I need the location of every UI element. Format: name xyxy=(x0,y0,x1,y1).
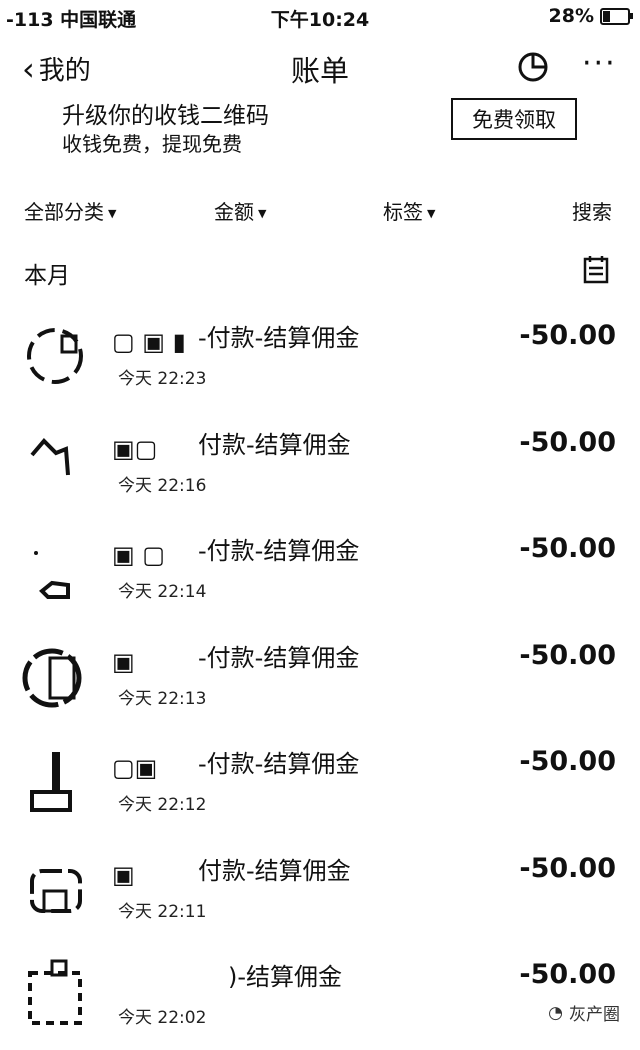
transaction-row[interactable]: ▣ ▢ -付款-结算佣金 今天 22:14 -50.00 xyxy=(0,517,640,624)
filter-category-label: 全部分类 xyxy=(24,200,104,224)
filter-amount[interactable]: 金额 ▼ xyxy=(214,196,266,225)
transaction-time: 今天 22:12 xyxy=(118,795,207,815)
more-icon[interactable]: ··· xyxy=(582,46,617,81)
transaction-row[interactable]: ▣ -付款-结算佣金 今天 22:13 -50.00 xyxy=(0,624,640,731)
transaction-title: ▢▣ -付款-结算佣金 xyxy=(112,750,360,782)
filter-tag[interactable]: 标签 ▼ xyxy=(383,196,435,225)
transaction-amount: -50.00 xyxy=(519,639,616,671)
avatar xyxy=(30,752,72,812)
redacted-name: ▣ xyxy=(112,647,135,676)
transaction-amount: -50.00 xyxy=(519,746,616,777)
transaction-list: ▢ ▣ ▮ -付款-结算佣金 今天 22:23 -50.00 ▣▢ 付款-结算佣金 … xyxy=(0,304,640,1050)
transaction-time: 今天 22:11 xyxy=(118,901,207,922)
pie-chart-icon[interactable] xyxy=(516,50,550,84)
status-bar: -113 中国联通 下午10:24 28% xyxy=(0,0,640,34)
redacted-name: ▢ ▣ ▮ xyxy=(112,328,186,356)
calendar-icon[interactable] xyxy=(582,254,610,284)
transaction-amount: -50.00 xyxy=(519,533,616,564)
avatar xyxy=(27,328,83,384)
redacted-name: ▢▣ xyxy=(112,754,158,782)
wechat-icon: ◔ xyxy=(548,1002,563,1023)
claim-button[interactable]: 免费领取 xyxy=(451,98,577,140)
filter-category[interactable]: 全部分类 ▼ xyxy=(24,196,116,225)
watermark-text: 灰产圈 xyxy=(569,1005,620,1025)
transaction-row[interactable]: )-结算佣金 今天 22:02 -50.00 xyxy=(0,943,640,1050)
avatar xyxy=(30,437,70,475)
promo-banner[interactable]: 升级你的收钱二维码 收钱免费，提现免费 免费领取 xyxy=(0,92,640,158)
transaction-title: ▣ -付款-结算佣金 xyxy=(112,643,360,676)
filter-bar: 全部分类 ▼ 金额 ▼ 标签 ▼ 搜索 xyxy=(0,196,640,230)
section-label: 本月 xyxy=(24,263,70,289)
caret-down-icon: ▼ xyxy=(108,207,117,220)
transaction-title: ▢ ▣ ▮ -付款-结算佣金 xyxy=(112,324,360,356)
redacted-name: ▣ xyxy=(112,860,135,889)
banner-title: 升级你的收钱二维码 xyxy=(62,103,269,129)
caret-down-icon: ▼ xyxy=(258,207,267,220)
transaction-amount: -50.00 xyxy=(519,426,616,458)
nav-bar: ‹ 我的 账单 ··· xyxy=(0,40,640,92)
transaction-row[interactable]: ▣▢ 付款-结算佣金 今天 22:16 -50.00 xyxy=(0,411,640,518)
watermark: ◔ 灰产圈 xyxy=(548,1000,620,1026)
redacted-name: ▣ ▢ xyxy=(112,541,165,569)
avatar xyxy=(22,648,82,707)
status-right: 28% xyxy=(548,5,633,27)
transaction-row[interactable]: ▢▣ -付款-结算佣金 今天 22:12 -50.00 xyxy=(0,730,640,837)
caret-down-icon: ▼ xyxy=(427,207,436,220)
transaction-title: ▣ ▢ -付款-结算佣金 xyxy=(112,537,360,569)
transaction-row[interactable]: ▣ 付款-结算佣金 今天 22:11 -50.00 xyxy=(0,837,640,944)
redacted-name xyxy=(112,967,222,989)
search-label: 搜索 xyxy=(572,200,612,224)
transaction-time: 今天 22:14 xyxy=(118,582,207,602)
battery-icon xyxy=(600,7,633,25)
transaction-time: 今天 22:02 xyxy=(118,1008,207,1028)
transaction-amount: -50.00 xyxy=(519,959,616,990)
transaction-time: 今天 22:23 xyxy=(118,369,207,389)
transaction-time: 今天 22:13 xyxy=(118,688,207,709)
month-section-header: 本月 xyxy=(0,256,640,290)
avatar xyxy=(30,868,82,913)
search-button[interactable]: 搜索 xyxy=(572,196,612,225)
redacted-name: ▣▢ xyxy=(112,434,158,463)
avatar xyxy=(28,959,82,1025)
transaction-amount: -50.00 xyxy=(519,320,616,351)
transaction-row[interactable]: ▢ ▣ ▮ -付款-结算佣金 今天 22:23 -50.00 xyxy=(0,304,640,411)
avatar xyxy=(34,551,70,599)
battery-percent: 28% xyxy=(548,5,594,27)
status-time: 下午10:24 xyxy=(270,9,370,31)
filter-amount-label: 金额 xyxy=(214,200,254,224)
transaction-title: ▣ 付款-结算佣金 xyxy=(112,856,351,889)
transaction-title: )-结算佣金 xyxy=(112,957,342,992)
banner-subtitle: 收钱免费，提现免费 xyxy=(62,132,242,156)
transaction-amount: -50.00 xyxy=(519,852,616,884)
filter-tag-label: 标签 xyxy=(383,200,423,224)
transaction-time: 今天 22:16 xyxy=(118,475,207,496)
transaction-title: ▣▢ 付款-结算佣金 xyxy=(112,430,351,463)
